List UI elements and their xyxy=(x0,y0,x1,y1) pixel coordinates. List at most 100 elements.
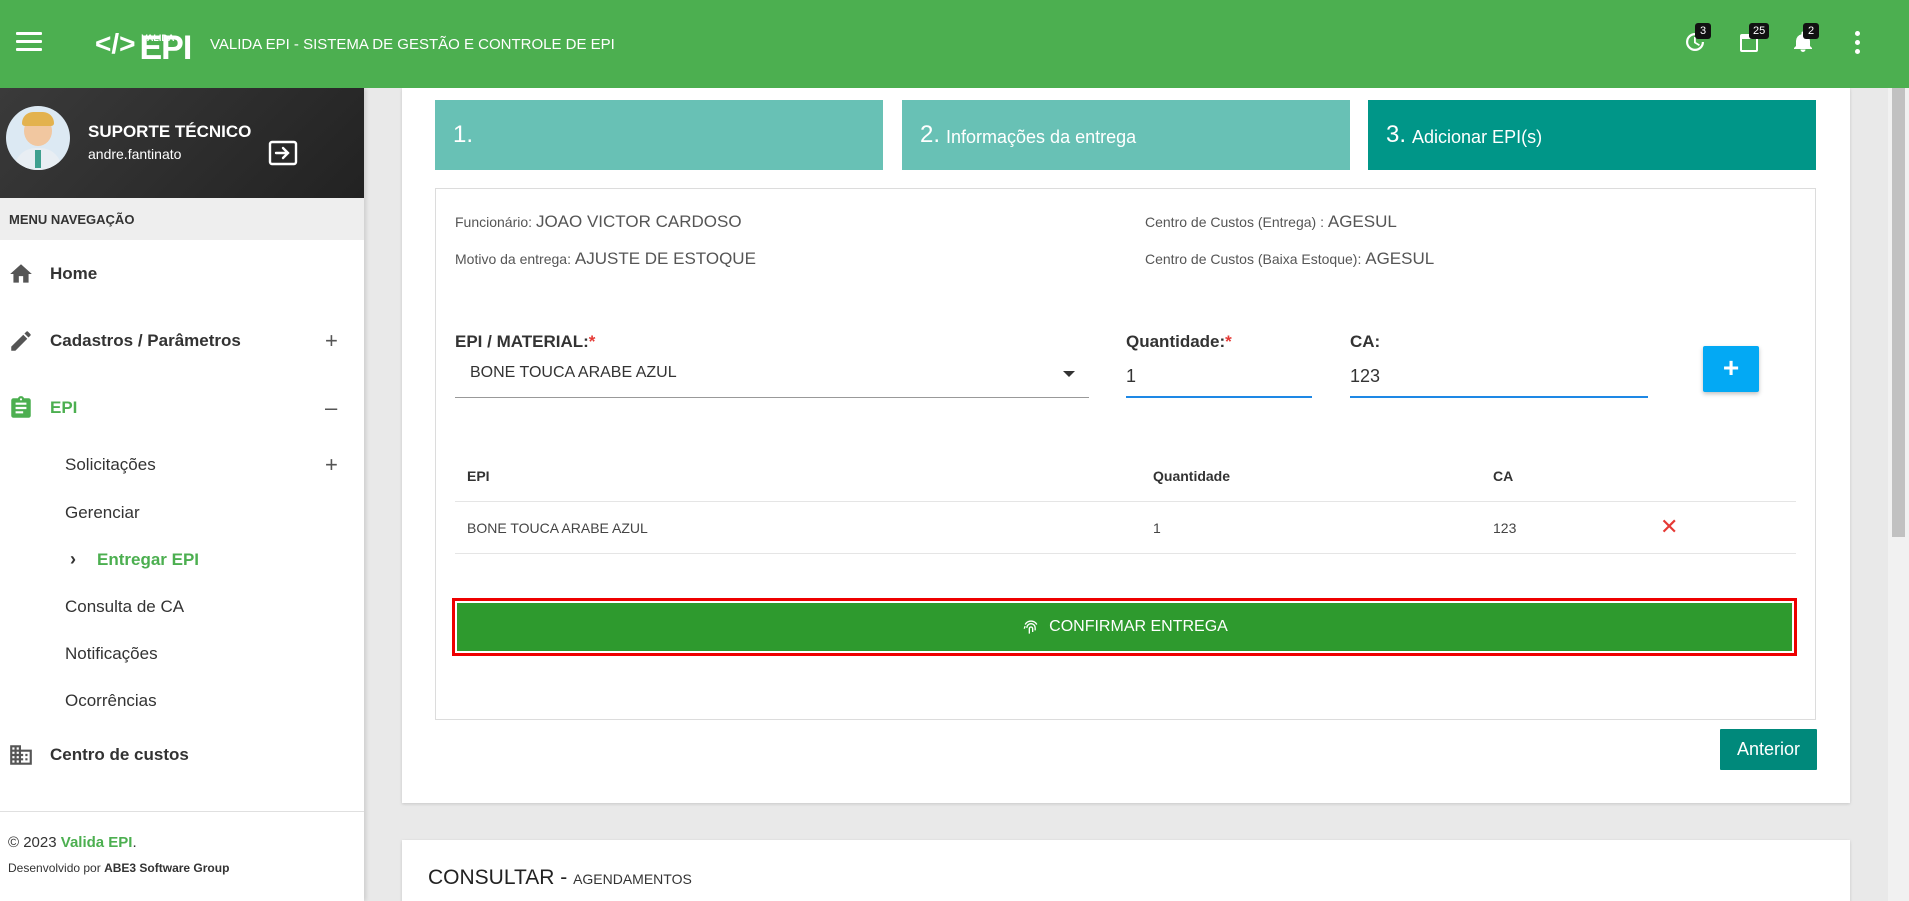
sidebar-item-cadastros[interactable]: Cadastros / Parâmetros + xyxy=(0,307,364,374)
clipboard-icon xyxy=(8,395,34,421)
table-cell-ca: 123 xyxy=(1493,520,1517,536)
building-icon xyxy=(8,742,34,768)
anterior-button[interactable]: Anterior xyxy=(1720,729,1817,770)
sidebar-subitem-label: Solicitações xyxy=(65,455,156,474)
logout-icon[interactable] xyxy=(268,140,298,166)
page-scrollbar[interactable] xyxy=(1888,0,1909,901)
sidebar-subitem-solicitacoes[interactable]: Solicitações + xyxy=(0,441,364,489)
required-mark: * xyxy=(1225,332,1232,351)
motivo-label: Motivo da entrega: xyxy=(455,251,571,267)
consultar-subtitle: AGENDAMENTOS xyxy=(573,871,692,887)
funcionario-value: JOAO VICTOR CARDOSO xyxy=(535,212,742,231)
app-title: VALIDA EPI - SISTEMA DE GESTÃO E CONTROL… xyxy=(210,36,615,53)
list-button[interactable]: 25 xyxy=(1737,20,1770,64)
epi-material-select[interactable]: BONE TOUCA ARABE AZUL xyxy=(455,352,1089,398)
cc-entrega-label: Centro de Custos (Entrega) : xyxy=(1145,214,1324,230)
sidebar-item-label: EPI xyxy=(50,397,78,417)
cc-entrega-info: Centro de Custos (Entrega) : AGESUL xyxy=(1145,212,1397,232)
chevron-right-icon: › xyxy=(70,549,76,569)
sidebar-subitem-consulta-ca[interactable]: Consulta de CA xyxy=(0,583,364,630)
cc-baixa-label: Centro de Custos (Baixa Estoque): xyxy=(1145,251,1362,267)
expand-plus-icon[interactable]: + xyxy=(325,452,338,478)
cc-baixa-value: AGESUL xyxy=(1365,249,1435,268)
epi-material-selected: BONE TOUCA ARABE AZUL xyxy=(470,364,677,381)
cc-entrega-value: AGESUL xyxy=(1327,212,1397,231)
sidebar-subitem-notificacoes[interactable]: Notificações xyxy=(0,630,364,677)
top-app-bar: </> VALIDA EPI VALIDA EPI - SISTEMA DE G… xyxy=(0,0,1909,88)
sidebar-item-label: Cadastros / Parâmetros xyxy=(50,330,241,350)
epi-table: EPI Quantidade CA BONE TOUCA ARABE AZUL … xyxy=(455,448,1796,554)
ca-label: CA: xyxy=(1350,332,1381,351)
avatar xyxy=(6,106,70,170)
consultar-title-main: CONSULTAR - xyxy=(428,866,574,889)
expand-plus-icon[interactable]: + xyxy=(325,328,338,354)
notifications-badge: 2 xyxy=(1803,23,1819,39)
step-3[interactable]: 3. Adicionar EPI(s) xyxy=(1368,100,1816,170)
more-vert-icon xyxy=(1854,30,1860,54)
epi-material-label: EPI / MATERIAL:* xyxy=(455,332,596,351)
table-row: BONE TOUCA ARABE AZUL 1 123 ✕ xyxy=(455,502,1796,554)
notifications-button[interactable]: 2 xyxy=(1791,20,1819,64)
step-number: 3. xyxy=(1386,121,1407,148)
list-badge: 25 xyxy=(1749,23,1770,39)
sidebar-subitem-entregar-epi[interactable]: › Entregar EPI xyxy=(0,536,364,583)
sidebar-subitem-label: Gerenciar xyxy=(65,502,140,522)
sidebar-subitem-ocorrencias[interactable]: Ocorrências xyxy=(0,677,364,724)
quantidade-input[interactable]: 1 xyxy=(1126,352,1312,398)
sidebar-subitem-label: Consulta de CA xyxy=(65,596,185,616)
motivo-info: Motivo da entrega: AJUSTE DE ESTOQUE xyxy=(455,249,756,269)
fingerprint-icon xyxy=(1023,620,1038,634)
table-header-row: EPI Quantidade CA xyxy=(455,448,1796,502)
funcionario-label: Funcionário: xyxy=(455,214,533,230)
user-panel: SUPORTE TÉCNICO andre.fantinato xyxy=(0,88,364,198)
sidebar-item-epi[interactable]: EPI – xyxy=(0,374,364,441)
table-header-ca: CA xyxy=(1493,468,1514,484)
confirmar-entrega-label: CONFIRMAR ENTREGA xyxy=(1049,618,1228,635)
copyright-brand-link[interactable]: Valida EPI xyxy=(61,834,133,851)
step-2[interactable]: 2. Informações da entrega xyxy=(902,100,1350,170)
add-epi-button[interactable]: + xyxy=(1703,346,1759,392)
menu-hamburger-icon[interactable] xyxy=(16,32,42,52)
consultar-card: CONSULTAR - AGENDAMENTOS xyxy=(402,840,1850,901)
confirmar-entrega-button[interactable]: CONFIRMAR ENTREGA xyxy=(457,603,1792,651)
history-button[interactable]: 3 xyxy=(1683,20,1711,64)
caret-down-icon xyxy=(1063,371,1075,377)
menu-header: MENU NAVEGAÇÃO xyxy=(0,198,364,240)
valida-epi-logo[interactable]: </> VALIDA EPI xyxy=(95,22,192,66)
sidebar-subitem-gerenciar[interactable]: Gerenciar xyxy=(0,489,364,536)
consultar-title: CONSULTAR - AGENDAMENTOS xyxy=(428,866,692,890)
quantidade-label: Quantidade:* xyxy=(1126,332,1232,351)
sidebar-footer: © 2023 Valida EPI. Desenvolvido por ABE3… xyxy=(0,811,364,901)
sidebar-item-home[interactable]: Home xyxy=(0,240,364,307)
ca-input[interactable]: 123 xyxy=(1350,352,1648,398)
collapse-minus-icon[interactable]: – xyxy=(325,395,337,421)
sidebar-item-centro-custos[interactable]: Centro de custos xyxy=(0,724,364,786)
step-number: 2. xyxy=(920,121,941,148)
sidebar: SUPORTE TÉCNICO andre.fantinato MENU NAV… xyxy=(0,88,364,901)
motivo-value: AJUSTE DE ESTOQUE xyxy=(574,249,756,268)
table-cell-quantidade: 1 xyxy=(1153,520,1161,536)
table-header-epi: EPI xyxy=(467,468,490,484)
copyright: © 2023 Valida EPI. xyxy=(8,834,364,851)
more-options-button[interactable] xyxy=(1845,20,1869,64)
developer-company: ABE3 Software Group xyxy=(104,861,230,875)
step-label: Adicionar EPI(s) xyxy=(1412,126,1543,147)
user-login: andre.fantinato xyxy=(88,146,182,162)
developer-prefix: Desenvolvido por xyxy=(8,861,101,875)
copyright-year: © 2023 xyxy=(8,834,57,851)
copyright-suffix: . xyxy=(132,834,137,851)
sidebar-subitem-label: Notificações xyxy=(65,643,158,663)
delete-row-icon[interactable]: ✕ xyxy=(1660,514,1678,540)
scrollbar-thumb[interactable] xyxy=(1892,82,1905,537)
table-header-quantidade: Quantidade xyxy=(1153,468,1231,484)
confirm-highlight: CONFIRMAR ENTREGA xyxy=(452,598,1797,656)
step-number: 1. xyxy=(453,121,474,148)
sidebar-item-label: Home xyxy=(50,263,98,283)
cc-baixa-info: Centro de Custos (Baixa Estoque): AGESUL xyxy=(1145,249,1434,269)
history-badge: 3 xyxy=(1695,23,1711,39)
developer-credit: Desenvolvido por ABE3 Software Group xyxy=(8,861,364,875)
home-icon xyxy=(8,261,34,287)
funcionario-info: Funcionário: JOAO VICTOR CARDOSO xyxy=(455,212,742,232)
user-name: SUPORTE TÉCNICO xyxy=(88,122,252,141)
step-1[interactable]: 1. xyxy=(435,100,883,170)
